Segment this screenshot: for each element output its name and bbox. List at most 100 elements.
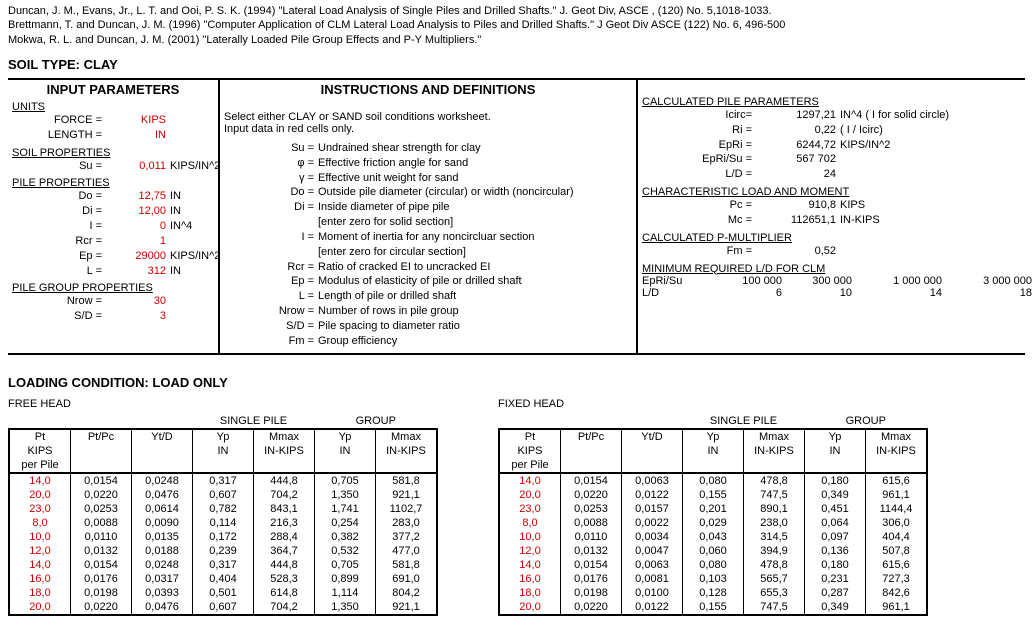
instr-header: INSTRUCTIONS AND DEFINITIONS (224, 82, 632, 97)
ref-line: Duncan, J. M., Evans, Jr., L. T. and Ooi… (8, 4, 1025, 18)
group-caption: GROUP (805, 414, 928, 429)
l-value[interactable]: 312 (106, 264, 170, 279)
pt-cell[interactable]: 12,0 (9, 544, 71, 558)
def-label: Rcr = (224, 260, 318, 275)
gmmax-cell: 507,8 (866, 544, 928, 558)
pt-cell[interactable]: 10,0 (499, 530, 561, 544)
pt-cell[interactable]: 20,0 (499, 488, 561, 502)
def-text: Number of rows in pile group (318, 304, 459, 319)
sd-label: S/D = (12, 309, 106, 324)
table-row: 20,00,02200,01220,155747,50,349961,1 (499, 488, 927, 502)
gyp-cell: 0,287 (805, 586, 866, 600)
minld-r: 18 (942, 287, 1032, 299)
pt-cell[interactable]: 8,0 (9, 516, 71, 530)
pt-cell[interactable]: 16,0 (9, 572, 71, 586)
def-label: L = (224, 289, 318, 304)
mmax-cell: 614,8 (254, 586, 315, 600)
ep-label: Ep = (12, 249, 106, 264)
gmmax-cell: 404,4 (866, 530, 928, 544)
pt-cell[interactable]: 8,0 (499, 516, 561, 530)
def-text: Inside diameter of pipe pile (318, 200, 449, 215)
table-row: 23,00,02530,06140,782843,11,7411102,7 (9, 502, 437, 516)
gmmax-cell: 283,0 (376, 516, 438, 530)
gyp-cell: 0,136 (805, 544, 866, 558)
su-value[interactable]: 0,011 (106, 159, 170, 174)
char-lm-section: CHARACTERISTIC LOAD AND MOMENT (642, 186, 1033, 198)
pt-cell[interactable]: 18,0 (9, 586, 71, 600)
ptpc-cell: 0,0220 (71, 488, 132, 502)
do-value[interactable]: 12,75 (106, 189, 170, 204)
yp-cell: 0,080 (683, 473, 744, 488)
pt-cell[interactable]: 20,0 (9, 600, 71, 615)
ytd-cell: 0,0063 (622, 558, 683, 572)
ptpc-cell: 0,0198 (561, 586, 622, 600)
length-value[interactable]: IN (106, 128, 170, 143)
yp-cell: 0,155 (683, 488, 744, 502)
pt-cell[interactable]: 20,0 (9, 488, 71, 502)
ref-line: Brettmann, T. and Duncan, J. M. (1996) "… (8, 18, 1025, 32)
gmmax-cell: 961,1 (866, 600, 928, 615)
minld-h: 300 000 (782, 275, 852, 287)
parameters-panel: INPUT PARAMETERS UNITS FORCE =KIPS LENGT… (8, 78, 1025, 355)
def-label: S/D = (224, 319, 318, 334)
calc-value: 567 702 (756, 152, 840, 167)
minld-h: 100 000 (712, 275, 782, 287)
calc-value: 24 (756, 167, 840, 182)
pt-cell[interactable]: 10,0 (9, 530, 71, 544)
i-value[interactable]: 0 (106, 219, 170, 234)
nrow-value[interactable]: 30 (106, 294, 170, 309)
free-head-table: SINGLE PILEGROUPPtPt/PcYt/DYpMmaxYpMmaxK… (8, 414, 438, 616)
table-row: 16,00,01760,03170,404528,30,899691,0 (9, 572, 437, 586)
units-section: UNITS (12, 101, 214, 113)
force-value[interactable]: KIPS (106, 113, 170, 128)
def-text: Ratio of cracked EI to uncracked EI (318, 260, 490, 275)
def-text: Modulus of elasticity of pile or drilled… (318, 274, 522, 289)
pt-cell[interactable]: 20,0 (499, 600, 561, 615)
ep-value[interactable]: 29000 (106, 249, 170, 264)
pt-cell[interactable]: 12,0 (499, 544, 561, 558)
yp-cell: 0,060 (683, 544, 744, 558)
ytd-cell: 0,0122 (622, 600, 683, 615)
fixed-head-block: FIXED HEAD SINGLE PILEGROUPPtPt/PcYt/DYp… (498, 398, 928, 616)
pt-cell[interactable]: 23,0 (499, 502, 561, 516)
pt-cell[interactable]: 16,0 (499, 572, 561, 586)
minld-section: MINIMUM REQUIRED L/D FOR CLM (642, 263, 1033, 275)
ytd-cell: 0,0476 (132, 600, 193, 615)
def-text: Group efficiency (318, 334, 397, 349)
pt-cell[interactable]: 14,0 (9, 558, 71, 572)
gmmax-cell: 1102,7 (376, 502, 438, 516)
pt-cell[interactable]: 23,0 (9, 502, 71, 516)
pt-cell[interactable]: 14,0 (499, 558, 561, 572)
sd-value[interactable]: 3 (106, 309, 170, 324)
gmmax-cell: 921,1 (376, 600, 438, 615)
instr-line: Input data in red cells only. (224, 123, 632, 135)
col-yp: Yp (683, 429, 744, 444)
calc-value: 0,22 (756, 123, 840, 138)
table-row: 12,00,01320,00470,060394,90,136507,8 (499, 544, 927, 558)
di-value[interactable]: 12,00 (106, 204, 170, 219)
table-row: 8,00,00880,00900,114216,30,254283,0 (9, 516, 437, 530)
ptpc-cell: 0,0253 (71, 502, 132, 516)
pt-cell[interactable]: 14,0 (9, 473, 71, 488)
input-parameters: INPUT PARAMETERS UNITS FORCE =KIPS LENGT… (8, 80, 218, 353)
ptpc-cell: 0,0220 (561, 600, 622, 615)
pt-cell[interactable]: 18,0 (499, 586, 561, 600)
table-row: 18,00,01980,01000,128655,30,287842,6 (499, 586, 927, 600)
pmult-section: CALCULATED P-MULTIPLIER (642, 232, 1033, 244)
ptpc-cell: 0,0253 (561, 502, 622, 516)
col-pt: Pt (499, 429, 561, 444)
yp-cell: 0,607 (193, 600, 254, 615)
mmax-cell: 444,8 (254, 558, 315, 572)
col-gmmax: Mmax (376, 429, 438, 444)
col-gmmax-u: IN-KIPS (376, 444, 438, 458)
do-unit: IN (170, 189, 181, 204)
minld-r: 10 (782, 287, 852, 299)
rcr-value[interactable]: 1 (106, 234, 170, 249)
ytd-cell: 0,0100 (622, 586, 683, 600)
pt-cell[interactable]: 14,0 (499, 473, 561, 488)
gmmax-cell: 727,3 (866, 572, 928, 586)
calc-label: EpRi/Su = (642, 152, 756, 167)
ptpc-cell: 0,0154 (71, 558, 132, 572)
table-row: 14,00,01540,02480,317444,80,705581,8 (9, 473, 437, 488)
mmax-cell: 364,7 (254, 544, 315, 558)
